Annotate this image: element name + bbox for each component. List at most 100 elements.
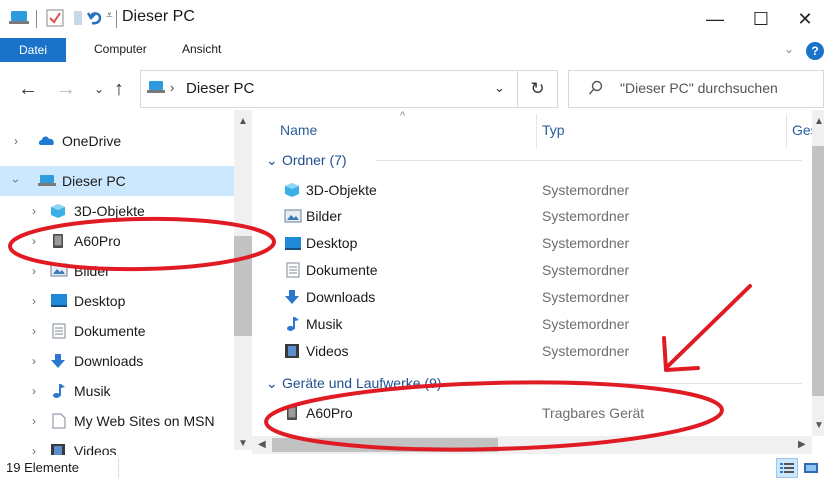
row-type: Systemordner <box>542 316 630 332</box>
help-icon[interactable]: ? <box>806 42 824 60</box>
new-folder-icon[interactable] <box>72 9 84 30</box>
annotation-arrow-shaft <box>666 284 752 368</box>
content-vertical-scrollbar-thumb[interactable] <box>812 146 824 396</box>
sidebar-item-desktop[interactable]: › Desktop <box>0 286 234 316</box>
download-icon <box>284 289 300 305</box>
scroll-up-icon[interactable]: ▲ <box>814 116 824 127</box>
sidebar-item-3d-objects[interactable]: › 3D-Objekte <box>0 196 234 226</box>
sidebar-item-documents[interactable]: › Dokumente <box>0 316 234 346</box>
navigation-pane: › OneDrive › Dieser PC › 3D-Objekte › A6… <box>0 110 252 455</box>
forward-button[interactable]: → <box>56 78 76 101</box>
search-placeholder[interactable]: "Dieser PC" durchsuchen <box>620 80 778 96</box>
sidebar-item-this-pc[interactable]: › Dieser PC <box>0 166 234 196</box>
sidebar-item-label: Downloads <box>74 353 144 369</box>
status-item-count: 19 Elemente <box>6 460 79 475</box>
chevron-right-icon[interactable]: › <box>32 264 36 278</box>
recent-locations-icon[interactable]: ⌄ <box>94 82 104 96</box>
nav-scrollbar-thumb[interactable] <box>234 236 252 336</box>
phone-icon <box>286 405 302 421</box>
group-chevron-icon[interactable]: ⌄ <box>266 152 278 169</box>
pictures-icon <box>284 209 302 225</box>
chevron-right-icon[interactable]: › <box>170 80 174 95</box>
title-bar: ⩡ Dieser PC — ☐ ✕ <box>0 0 824 38</box>
chevron-right-icon[interactable]: › <box>32 294 36 308</box>
ribbon: Datei Computer Ansicht ⌄ ? <box>0 38 824 64</box>
sidebar-item-onedrive[interactable]: › OneDrive <box>0 126 234 156</box>
sidebar-item-videos[interactable]: › Videos <box>0 436 234 455</box>
refresh-button[interactable]: ↻ <box>518 70 558 108</box>
row-name: Desktop <box>306 235 358 251</box>
tab-file[interactable]: Datei <box>0 38 66 62</box>
sidebar-item-a60pro[interactable]: › A60Pro <box>0 226 234 256</box>
scroll-up-icon[interactable]: ▲ <box>238 116 248 127</box>
computer-icon <box>38 173 56 189</box>
group-chevron-icon[interactable]: ⌄ <box>266 375 278 392</box>
content-horizontal-scrollbar-thumb[interactable] <box>272 438 498 452</box>
row-name: Musik <box>306 316 343 332</box>
desktop-icon <box>50 293 67 309</box>
chevron-right-icon[interactable]: › <box>32 444 36 455</box>
divider <box>36 10 37 28</box>
tab-computer[interactable]: Computer <box>94 42 147 56</box>
annotation-arrow-head <box>662 336 700 372</box>
window-title: Dieser PC <box>122 8 195 25</box>
chevron-right-icon[interactable]: › <box>32 234 36 248</box>
chevron-down-icon[interactable]: › <box>9 179 23 183</box>
computer-icon[interactable] <box>8 9 30 30</box>
scroll-right-icon[interactable]: ▶ <box>798 439 806 450</box>
desktop-icon <box>284 236 301 252</box>
chevron-right-icon[interactable]: › <box>32 354 36 368</box>
column-header-name[interactable]: Name <box>280 122 317 138</box>
cube-icon <box>50 203 66 219</box>
back-button[interactable]: ← <box>18 78 38 101</box>
cube-icon <box>284 182 300 198</box>
sidebar-item-music[interactable]: › Musik <box>0 376 234 406</box>
address-path[interactable]: Dieser PC <box>186 80 254 97</box>
row-type: Systemordner <box>542 262 630 278</box>
tab-view[interactable]: Ansicht <box>182 42 221 56</box>
document-icon <box>52 323 68 339</box>
scroll-down-icon[interactable]: ▼ <box>238 438 248 449</box>
large-icons-view-icon[interactable] <box>800 458 822 478</box>
cloud-icon <box>38 133 54 149</box>
chevron-right-icon[interactable]: › <box>32 324 36 338</box>
group-header-folders[interactable]: Ordner (7) <box>282 152 347 168</box>
row-name: 3D-Objekte <box>306 182 377 198</box>
row-type: Systemordner <box>542 208 630 224</box>
chevron-right-icon[interactable]: › <box>32 384 36 398</box>
download-icon <box>50 353 66 369</box>
undo-icon[interactable] <box>86 9 104 30</box>
row-type: Tragbares Gerät <box>542 405 645 421</box>
sidebar-item-label: Dieser PC <box>62 173 126 189</box>
minimize-button[interactable]: — <box>692 0 738 38</box>
row-name: Downloads <box>306 289 376 305</box>
music-icon <box>286 316 302 332</box>
maximize-button[interactable]: ☐ <box>738 0 784 38</box>
customize-toolbar-icon[interactable]: ⩡ <box>106 8 113 23</box>
sidebar-item-my-web-sites[interactable]: › My Web Sites on MSN <box>0 406 234 436</box>
column-divider[interactable] <box>536 114 537 148</box>
computer-icon <box>146 80 166 99</box>
sidebar-item-label: OneDrive <box>62 133 122 149</box>
details-view-icon[interactable] <box>776 458 798 478</box>
sidebar-item-pictures[interactable]: › Bilder <box>0 256 234 286</box>
group-header-devices[interactable]: Geräte und Laufwerke (9) <box>282 375 442 391</box>
chevron-right-icon[interactable]: › <box>32 414 36 428</box>
divider <box>118 458 119 478</box>
chevron-right-icon[interactable]: › <box>14 134 18 148</box>
sidebar-item-label: Musik <box>74 383 111 399</box>
up-button[interactable]: ↑ <box>114 78 124 101</box>
chevron-right-icon[interactable]: › <box>32 204 36 218</box>
close-button[interactable]: ✕ <box>782 0 824 38</box>
column-header-type[interactable]: Typ <box>542 122 565 138</box>
collapse-ribbon-icon[interactable]: ⌄ <box>784 42 794 56</box>
column-divider[interactable] <box>786 114 787 148</box>
row-type: Systemordner <box>542 235 630 251</box>
properties-icon[interactable] <box>46 9 64 30</box>
chevron-down-icon[interactable]: ⌄ <box>494 80 505 96</box>
sidebar-item-downloads[interactable]: › Downloads <box>0 346 234 376</box>
sidebar-item-label: Dokumente <box>74 323 146 339</box>
scroll-down-icon[interactable]: ▼ <box>814 420 824 431</box>
sidebar-item-label: Videos <box>74 443 117 455</box>
scroll-left-icon[interactable]: ◀ <box>258 439 266 450</box>
